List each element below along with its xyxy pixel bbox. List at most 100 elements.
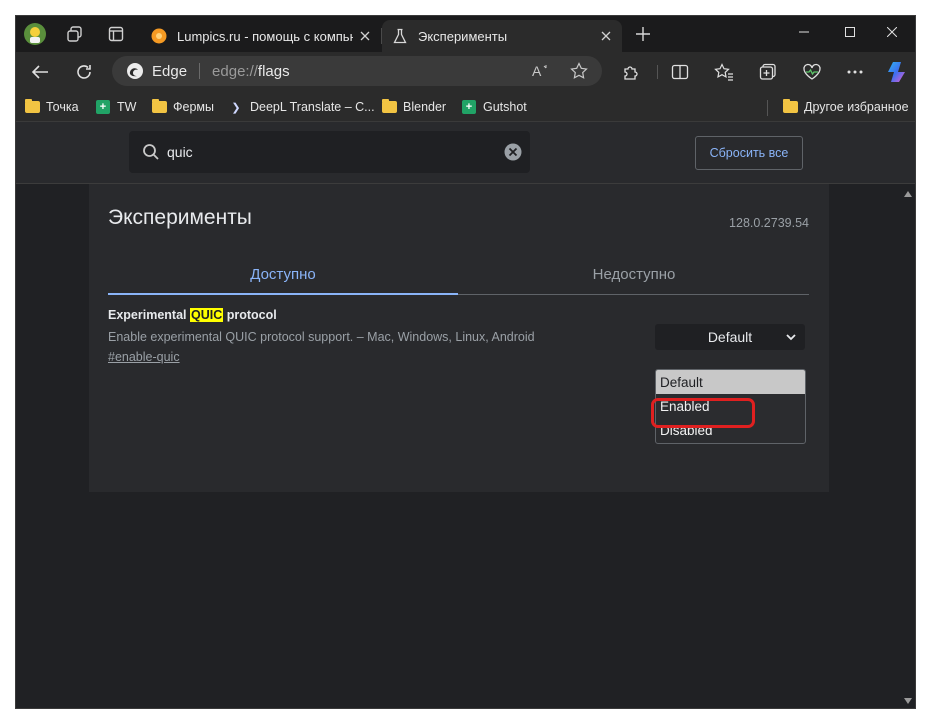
- read-aloud-icon: A: [532, 63, 547, 79]
- close-icon: [887, 27, 897, 37]
- page-title: Эксперименты: [108, 206, 252, 229]
- sheet-icon: +: [461, 100, 477, 114]
- favorite-star-button[interactable]: [568, 61, 590, 81]
- extensions-button[interactable]: [615, 58, 647, 86]
- site-identity[interactable]: Edge: [126, 62, 187, 80]
- folder-icon: [151, 99, 167, 114]
- svg-text:A: A: [532, 63, 542, 79]
- experiment-quic: Experimental QUIC protocol Enable experi…: [108, 308, 628, 366]
- search-input[interactable]: quic: [129, 131, 530, 173]
- tab-experiments[interactable]: Эксперименты: [382, 20, 622, 52]
- annotation-highlight: [651, 398, 755, 428]
- favorites-list-icon: [714, 63, 733, 81]
- bookmark-label: Gutshot: [483, 100, 527, 114]
- address-toolbar: Edge edge://flags A: [16, 52, 915, 92]
- version-label: 128.0.2739.54: [729, 216, 809, 230]
- bookmark-deepl[interactable]: ❯ DeepL Translate – С...: [228, 98, 375, 116]
- flags-tabs: Доступно Недоступно: [108, 254, 809, 295]
- workspaces-button[interactable]: [62, 22, 88, 46]
- folder-icon: [24, 99, 40, 114]
- orange-icon: [151, 28, 167, 44]
- bookmark-tw[interactable]: + TW: [95, 98, 136, 116]
- refresh-icon: [77, 65, 91, 79]
- read-aloud-button[interactable]: A: [531, 61, 553, 81]
- collections-icon: [759, 63, 776, 80]
- experiment-name: Experimental QUIC protocol: [108, 308, 628, 322]
- sheet-icon: +: [95, 100, 111, 114]
- close-window-button[interactable]: [869, 16, 915, 48]
- url-text[interactable]: edge://flags: [212, 63, 290, 80]
- flags-content: Эксперименты 128.0.2739.54 Доступно Недо…: [16, 184, 915, 708]
- page-scrollbar[interactable]: [901, 184, 915, 708]
- url-path: flags: [257, 62, 290, 80]
- reset-all-button[interactable]: Сбросить все: [695, 136, 803, 170]
- maximize-button[interactable]: [827, 16, 873, 48]
- option-default[interactable]: Default: [656, 370, 805, 394]
- bookmark-label: TW: [117, 100, 137, 114]
- minimize-button[interactable]: [781, 16, 827, 48]
- search-icon: [141, 142, 161, 162]
- puzzle-icon: [624, 66, 638, 80]
- collections-button[interactable]: [752, 58, 784, 86]
- tab-title: Lumpics.ru - помощь с компьюте: [177, 28, 353, 44]
- plus-icon: [636, 27, 650, 41]
- split-screen-icon: [671, 64, 689, 80]
- bookmark-label: Фермы: [173, 100, 214, 114]
- experiment-name-part: protocol: [223, 308, 277, 322]
- browser-window: Lumpics.ru - помощь с компьюте Экспериме…: [16, 16, 915, 708]
- avatar-icon: [24, 23, 46, 45]
- tab-available[interactable]: Доступно: [108, 254, 458, 295]
- minimize-icon: [799, 31, 809, 33]
- close-tab-icon[interactable]: [357, 28, 373, 44]
- arrow-left-icon: [31, 65, 48, 79]
- maximize-icon: [845, 27, 855, 37]
- vertical-tabs-button[interactable]: [103, 22, 129, 46]
- tab-lumpics[interactable]: Lumpics.ru - помощь с компьюте: [141, 20, 381, 52]
- heart-pulse-icon: [803, 63, 821, 80]
- tab-unavailable[interactable]: Недоступно: [459, 254, 809, 294]
- tab-title: Эксперименты: [418, 28, 508, 44]
- bookmark-other-favorites[interactable]: Другое избранное: [782, 98, 909, 116]
- bookmark-label: DeepL Translate – С...: [250, 100, 375, 114]
- browser-essentials-button[interactable]: [796, 58, 828, 86]
- copilot-button[interactable]: [882, 58, 914, 86]
- experiment-state-select[interactable]: Default: [655, 324, 805, 350]
- close-tab-icon[interactable]: [598, 28, 614, 44]
- scroll-up-icon[interactable]: [904, 191, 912, 197]
- toolbar-divider: [657, 65, 658, 79]
- more-menu-button[interactable]: [839, 58, 871, 86]
- clear-search-icon[interactable]: [504, 143, 522, 161]
- url-scheme: edge://: [212, 62, 258, 80]
- bookmark-label: Точка: [46, 100, 79, 114]
- tab-strip: Lumpics.ru - помощь с компьюте Экспериме…: [16, 16, 915, 52]
- address-bar[interactable]: Edge edge://flags A: [112, 56, 602, 86]
- favorites-button[interactable]: [708, 58, 740, 86]
- select-value: Default: [707, 329, 753, 345]
- bookmark-gutshot[interactable]: + Gutshot: [461, 98, 527, 116]
- bookmark-label: Другое избранное: [804, 100, 909, 114]
- copilot-icon: [888, 62, 905, 82]
- bookmarks-divider: [767, 100, 768, 116]
- deepl-icon: ❯: [231, 101, 241, 114]
- folder-icon: [381, 99, 397, 114]
- bookmark-fermy[interactable]: Фермы: [151, 98, 214, 116]
- tab-actions-icon: [108, 26, 124, 42]
- flags-header: quic Сбросить все: [16, 122, 915, 184]
- bookmark-tochka[interactable]: Точка: [24, 98, 79, 116]
- profile-avatar[interactable]: [22, 22, 48, 46]
- search-value: quic: [167, 144, 193, 160]
- refresh-button[interactable]: [68, 58, 100, 86]
- back-button[interactable]: [24, 58, 56, 86]
- experiment-permalink[interactable]: #enable-quic: [108, 350, 180, 364]
- scroll-down-icon[interactable]: [904, 698, 912, 704]
- omnibox-divider: [199, 63, 201, 79]
- folder-icon: [782, 99, 798, 114]
- new-tab-button[interactable]: [630, 22, 656, 46]
- workspaces-icon: [67, 26, 82, 42]
- ellipsis-icon: [847, 70, 863, 74]
- bookmark-blender[interactable]: Blender: [381, 98, 446, 116]
- search-match-highlight: QUIC: [189, 308, 224, 322]
- split-screen-button[interactable]: [664, 58, 696, 86]
- edge-label: Edge: [152, 62, 188, 80]
- chevron-down-icon: [785, 330, 797, 344]
